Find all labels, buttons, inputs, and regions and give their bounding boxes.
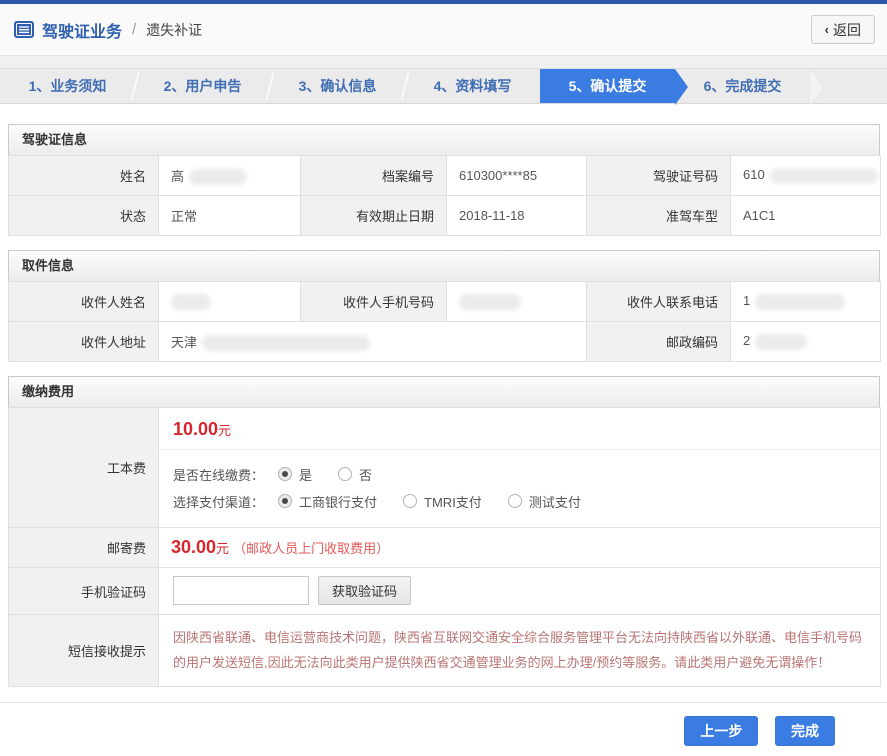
postage-note: （邮政人员上门收取费用） [233, 541, 389, 556]
file-no-value: 610300****85 [447, 156, 587, 196]
radio-channel-test[interactable]: 测试支付 [508, 492, 581, 511]
postcode-value: 2 [731, 322, 881, 362]
sms-tip-text: 因陕西省联通、电信运营商技术问题，陕西省互联网交通安全综合服务管理平台无法向持陕… [159, 615, 880, 686]
sms-tip-cell: 因陕西省联通、电信运营商技术问题，陕西省互联网交通安全综合服务管理平台无法向持陕… [159, 615, 881, 687]
pickup-info-table: 收件人姓名 收件人手机号码 收件人联系电话 1 收件人地址 天津 邮政编码 2 [8, 281, 881, 362]
status-value: 正常 [159, 196, 301, 236]
status-label: 状态 [9, 196, 159, 236]
license-section-title: 驾驶证信息 [8, 124, 880, 155]
finish-button[interactable]: 完成 [775, 716, 835, 746]
list-icon [14, 21, 34, 38]
pickup-info-section: 取件信息 收件人姓名 收件人手机号码 收件人联系电话 1 收件人地址 天津 邮政… [8, 250, 880, 362]
license-info-section: 驾驶证信息 姓名 高 档案编号 610300****85 驾驶证号码 610 状… [8, 124, 880, 236]
license-info-table: 姓名 高 档案编号 610300****85 驾驶证号码 610 状态 正常 有… [8, 155, 881, 236]
back-button-label: 返回 [833, 20, 861, 40]
production-fee-amount: 10.00元 [159, 408, 880, 450]
redacted-value [770, 168, 878, 184]
radio-unselected-icon [508, 494, 522, 508]
name-label: 姓名 [9, 156, 159, 196]
page-header: 驾驶证业务 / 遗失补证 ‹ 返回 [0, 4, 887, 56]
recipient-name-value [159, 282, 301, 322]
name-value: 高 [159, 156, 301, 196]
pickup-section-title: 取件信息 [8, 250, 880, 281]
breadcrumb-separator: / [132, 21, 136, 38]
main-content: 驾驶证信息 姓名 高 档案编号 610300****85 驾驶证号码 610 状… [0, 104, 887, 687]
step-2-user-declaration[interactable]: 2、用户申告 [135, 69, 270, 103]
production-fee-label: 工本费 [9, 408, 159, 528]
radio-selected-icon [278, 494, 292, 508]
vehicle-class-value: A1C1 [731, 196, 881, 236]
recipient-mobile-value [447, 282, 587, 322]
steps-bar: 1、业务须知 2、用户申告 3、确认信息 4、资料填写 5、确认提交 6、完成提… [0, 68, 887, 104]
table-row: 短信接收提示 因陕西省联通、电信运营商技术问题，陕西省互联网交通安全综合服务管理… [9, 615, 881, 687]
redacted-value [171, 294, 211, 310]
table-row: 收件人地址 天津 邮政编码 2 [9, 322, 881, 362]
recipient-name-label: 收件人姓名 [9, 282, 159, 322]
expiry-label: 有效期止日期 [301, 196, 447, 236]
back-button[interactable]: ‹ 返回 [811, 15, 875, 44]
redacted-value [189, 169, 247, 185]
radio-unselected-icon [338, 467, 352, 481]
fees-section-title: 缴纳费用 [8, 376, 880, 407]
pay-channel-row: 选择支付渠道： 工商银行支付 TMRI支付 测试支付 [173, 489, 866, 513]
get-code-button[interactable]: 获取验证码 [318, 576, 411, 605]
postcode-label: 邮政编码 [587, 322, 731, 362]
step-6-complete-submit[interactable]: 6、完成提交 [675, 69, 810, 103]
radio-online-pay-yes[interactable]: 是 [278, 465, 312, 484]
table-row: 邮寄费 30.00元（邮政人员上门收取费用） [9, 528, 881, 568]
radio-unselected-icon [403, 494, 417, 508]
table-row: 状态 正常 有效期止日期 2018-11-18 准驾车型 A1C1 [9, 196, 881, 236]
recipient-address-value: 天津 [159, 322, 587, 362]
radio-channel-tmri[interactable]: TMRI支付 [403, 492, 482, 511]
redacted-value [755, 334, 807, 350]
chevron-left-icon: ‹ [825, 22, 829, 37]
recipient-mobile-label: 收件人手机号码 [301, 282, 447, 322]
sms-code-input[interactable] [173, 576, 309, 605]
step-4-fill-data[interactable]: 4、资料填写 [405, 69, 540, 103]
radio-channel-icbc[interactable]: 工商银行支付 [278, 492, 377, 511]
breadcrumb: 驾驶证业务 / 遗失补证 [14, 18, 202, 42]
sms-code-label: 手机验证码 [9, 568, 159, 615]
recipient-address-label: 收件人地址 [9, 322, 159, 362]
fees-section: 缴纳费用 工本费 10.00元 是否在线缴费： 是 否 [8, 376, 880, 687]
recipient-phone-label: 收件人联系电话 [587, 282, 731, 322]
radio-selected-icon [278, 467, 292, 481]
redacted-value [202, 335, 370, 351]
online-pay-row: 是否在线缴费： 是 否 [173, 462, 866, 486]
license-no-value: 610 [731, 156, 881, 196]
prev-step-button[interactable]: 上一步 [684, 716, 758, 746]
radio-online-pay-no[interactable]: 否 [338, 465, 372, 484]
step-3-confirm-info[interactable]: 3、确认信息 [270, 69, 405, 103]
redacted-value [459, 294, 521, 310]
table-row: 手机验证码 获取验证码 [9, 568, 881, 615]
page-subtitle: 遗失补证 [146, 20, 202, 40]
table-row: 工本费 10.00元 是否在线缴费： 是 否 选择支付渠道： 工商银行支付 [9, 408, 881, 528]
license-no-label: 驾驶证号码 [587, 156, 731, 196]
sms-code-cell: 获取验证码 [159, 568, 881, 615]
production-fee-cell: 10.00元 是否在线缴费： 是 否 选择支付渠道： 工商银行支付 TMRI支付 [159, 408, 881, 528]
sms-tip-label: 短信接收提示 [9, 615, 159, 687]
postage-fee-value: 30.00元（邮政人员上门收取费用） [159, 528, 881, 568]
expiry-value: 2018-11-18 [447, 196, 587, 236]
recipient-phone-value: 1 [731, 282, 881, 322]
footer-actions: 上一步 完成 [0, 702, 887, 746]
step-5-confirm-submit-active[interactable]: 5、确认提交 [540, 69, 675, 103]
fees-table: 工本费 10.00元 是否在线缴费： 是 否 选择支付渠道： 工商银行支付 [8, 407, 881, 687]
online-pay-question: 是否在线缴费： [173, 465, 264, 484]
table-row: 收件人姓名 收件人手机号码 收件人联系电话 1 [9, 282, 881, 322]
vehicle-class-label: 准驾车型 [587, 196, 731, 236]
pay-channel-question: 选择支付渠道： [173, 492, 264, 511]
table-row: 姓名 高 档案编号 610300****85 驾驶证号码 610 [9, 156, 881, 196]
header-gap [0, 56, 887, 68]
page-title: 驾驶证业务 [42, 18, 122, 42]
step-1-business-notes[interactable]: 1、业务须知 [0, 69, 135, 103]
redacted-value [755, 294, 845, 310]
payment-options: 是否在线缴费： 是 否 选择支付渠道： 工商银行支付 TMRI支付 测试支付 [159, 450, 880, 527]
postage-fee-label: 邮寄费 [9, 528, 159, 568]
file-no-label: 档案编号 [301, 156, 447, 196]
